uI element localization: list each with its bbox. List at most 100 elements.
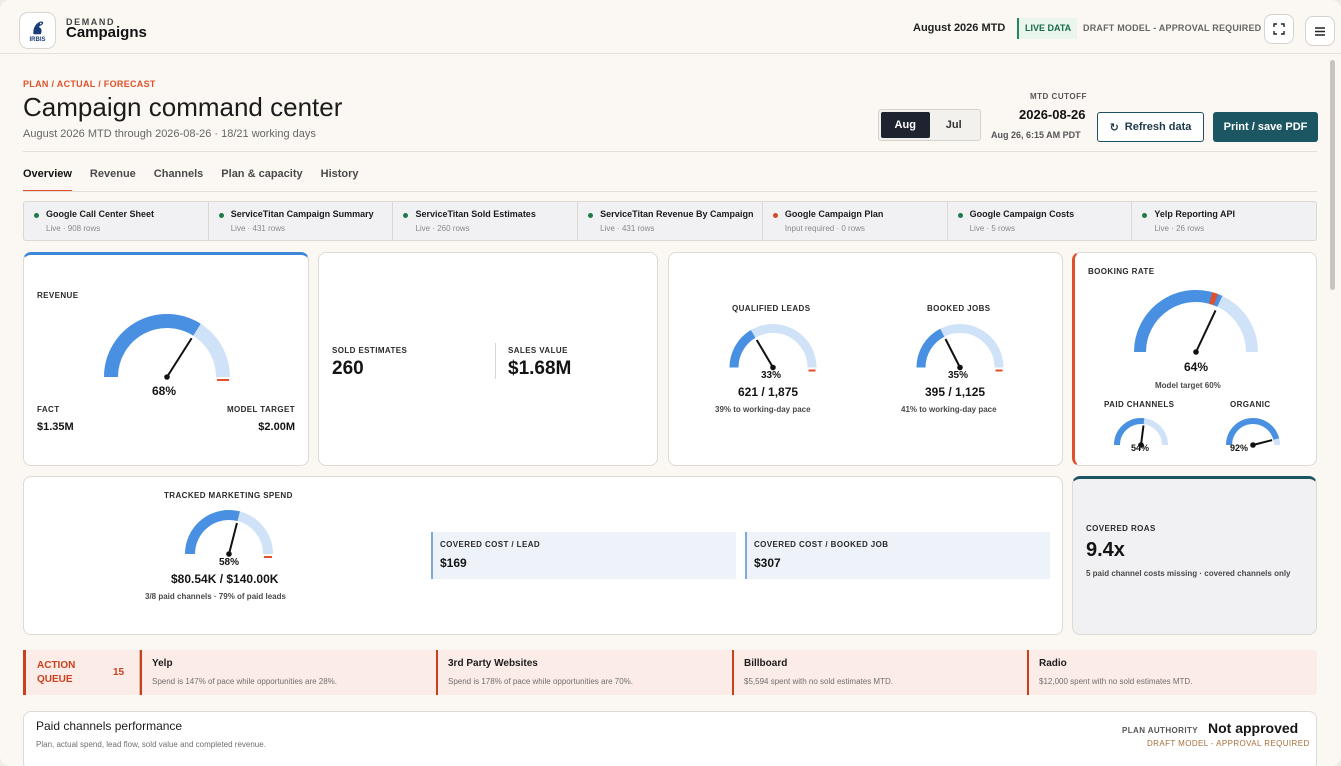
- action-queue: ACTION QUEUE 15 Yelp Spend is 147% of pac…: [23, 650, 1317, 695]
- source-status: Live · 5 rows: [969, 224, 1015, 233]
- source-item[interactable]: ServiceTitan Campaign Summary Live · 431 …: [209, 202, 394, 240]
- cost-per-job-box: COVERED COST / BOOKED JOB $307: [745, 532, 1050, 579]
- gauge-needle: [1252, 439, 1273, 446]
- model-target-value: $2.00M: [258, 421, 295, 433]
- gauge-hub: [1250, 442, 1256, 448]
- qualified-leads-value: 621 / 1,875: [738, 385, 799, 399]
- source-item[interactable]: Google Call Center Sheet Live · 908 rows: [24, 202, 209, 240]
- action-item[interactable]: 3rd Party Websites Spend is 178% of pace …: [436, 650, 732, 695]
- revenue-gauge: [104, 314, 230, 381]
- data-sources-strip: Google Call Center Sheet Live · 908 rows …: [23, 201, 1317, 241]
- refresh-data-button[interactable]: ↻ Refresh data: [1097, 112, 1204, 142]
- action-queue-header: ACTION QUEUE 15: [23, 650, 140, 695]
- tab-history[interactable]: History: [321, 168, 359, 192]
- brand-name: Campaigns: [66, 24, 147, 41]
- page-title: Campaign command center: [23, 92, 343, 122]
- refresh-icon: ↻: [1109, 121, 1119, 134]
- action-item-title: Radio: [1039, 658, 1067, 669]
- divider: [495, 343, 496, 379]
- marketing-spend-card: TRACKED MARKETING SPEND 58% $80.54K / $1…: [23, 476, 1063, 635]
- booked-jobs-percent: 35%: [948, 370, 969, 381]
- cutoff-time: Aug 26, 6:15 AM PDT: [991, 130, 1081, 140]
- organic-percent: 92%: [1230, 443, 1249, 453]
- month-toggle: Aug Jul: [878, 109, 981, 141]
- action-item-description: $5,594 spent with no sold estimates MTD.: [744, 677, 893, 686]
- gauge-fill: [729, 330, 756, 368]
- tracked-spend-percent: 58%: [219, 557, 240, 568]
- booked-jobs-label: BOOKED JOBS: [927, 304, 991, 313]
- cutoff-date: 2026-08-26: [1019, 107, 1086, 122]
- status-dot-icon: [403, 213, 409, 218]
- plan-authority-note: DRAFT MODEL - APPROVAL REQUIRED: [1147, 739, 1310, 748]
- paid-channels-percent: 54%: [1131, 443, 1150, 453]
- gauge-fill: [1114, 418, 1145, 446]
- tab-revenue[interactable]: Revenue: [90, 168, 136, 192]
- action-queue-count: 15: [113, 667, 125, 678]
- tab-overview[interactable]: Overview: [23, 168, 72, 192]
- tab-channels[interactable]: Channels: [154, 168, 204, 192]
- leads-jobs-card: QUALIFIED LEADS 33% 621 / 1,875 39% to w…: [668, 252, 1063, 466]
- refresh-data-label: Refresh data: [1124, 121, 1192, 133]
- divider: [23, 191, 1317, 192]
- booking-rate-percent: 64%: [1184, 360, 1209, 374]
- gauge-hub: [226, 551, 232, 557]
- booking-rate-target: Model target 60%: [1155, 381, 1221, 390]
- covered-roas-value: 9.4x: [1086, 539, 1125, 561]
- paid-channels-title: Paid channels performance: [36, 719, 183, 733]
- source-name: ServiceTitan Campaign Summary: [230, 209, 374, 219]
- source-status: Live · 431 rows: [230, 224, 285, 233]
- action-item-title: 3rd Party Websites: [448, 658, 538, 669]
- tab-bar: Overview Revenue Channels Plan & capacit…: [23, 168, 377, 192]
- plan-authority-value: Not approved: [1208, 720, 1299, 736]
- covered-roas-label: COVERED ROAS: [1086, 524, 1156, 533]
- action-item-description: Spend is 178% of pace while opportunitie…: [448, 677, 634, 686]
- action-item-description: $12,000 spent with no sold estimates MTD…: [1039, 677, 1193, 686]
- qualified-leads-percent: 33%: [761, 370, 782, 381]
- logo[interactable]: IRBIS: [19, 12, 56, 49]
- gauge-needle: [944, 338, 961, 368]
- qualified-leads-gauge: [729, 324, 817, 372]
- tracked-spend-note: 3/8 paid channels · 79% of paid leads: [145, 592, 286, 601]
- action-item[interactable]: Radio $12,000 spent with no sold estimate…: [1027, 650, 1317, 695]
- source-item[interactable]: Yelp Reporting API Live · 26 rows: [1132, 202, 1316, 240]
- covered-roas-card: COVERED ROAS 9.4x 5 paid channel costs m…: [1072, 476, 1317, 635]
- source-item[interactable]: Google Campaign Plan Input required · 0 r…: [763, 202, 948, 240]
- revenue-card: REVENUE 68% FACT $1.35M MODEL TARGET $2.…: [23, 252, 309, 466]
- source-name: ServiceTitan Revenue By Campaign: [600, 209, 754, 219]
- gauge-needle: [166, 337, 193, 378]
- page-subtitle: August 2026 MTD through 2026-08-26 · 18/…: [23, 128, 316, 140]
- month-option-aug[interactable]: Aug: [881, 112, 930, 138]
- scrollbar[interactable]: [1330, 60, 1335, 290]
- month-option-jul[interactable]: Jul: [930, 112, 979, 138]
- tab-plan-capacity[interactable]: Plan & capacity: [221, 168, 302, 192]
- print-pdf-button[interactable]: Print / save PDF: [1213, 112, 1318, 142]
- qualified-leads-pace: 39% to working-day pace: [715, 405, 811, 414]
- gauge-fill: [1134, 290, 1223, 353]
- cutoff-label: MTD CUTOFF: [1030, 92, 1087, 101]
- booking-rate-gauge: [1134, 290, 1258, 355]
- booked-jobs-pace: 41% to working-day pace: [901, 405, 997, 414]
- fact-value: $1.35M: [37, 421, 74, 433]
- cost-per-job-value: $307: [754, 556, 781, 570]
- gauge-needle: [1195, 310, 1217, 353]
- status-dot-icon: [957, 213, 963, 218]
- paid-channels-panel: Paid channels performance Plan, actual s…: [23, 711, 1317, 766]
- booked-jobs-gauge: [916, 324, 1004, 372]
- source-item[interactable]: ServiceTitan Revenue By Campaign Live · 4…: [578, 202, 763, 240]
- booked-jobs-value: 395 / 1,125: [925, 385, 986, 399]
- source-name: Google Campaign Costs: [969, 209, 1075, 219]
- source-item[interactable]: ServiceTitan Sold Estimates Live · 260 ro…: [393, 202, 579, 240]
- menu-button[interactable]: [1305, 16, 1335, 46]
- fullscreen-button[interactable]: [1264, 14, 1294, 44]
- app-window: IRBIS DEMAND Campaigns August 2026 MTD L…: [0, 0, 1341, 766]
- live-data-badge: LIVE DATA: [1017, 18, 1078, 39]
- action-item[interactable]: Billboard $5,594 spent with no sold estim…: [732, 650, 1027, 695]
- gauge-needle: [755, 339, 774, 369]
- organic-label: ORGANIC: [1230, 400, 1271, 409]
- source-status: Live · 431 rows: [600, 224, 655, 233]
- gauge-hub: [164, 374, 170, 380]
- source-item[interactable]: Google Campaign Costs Live · 5 rows: [948, 202, 1133, 240]
- action-item[interactable]: Yelp Spend is 147% of pace while opportun…: [140, 650, 436, 695]
- cost-per-lead-label: COVERED COST / LEAD: [440, 540, 541, 549]
- period-label: August 2026 MTD: [913, 22, 1006, 34]
